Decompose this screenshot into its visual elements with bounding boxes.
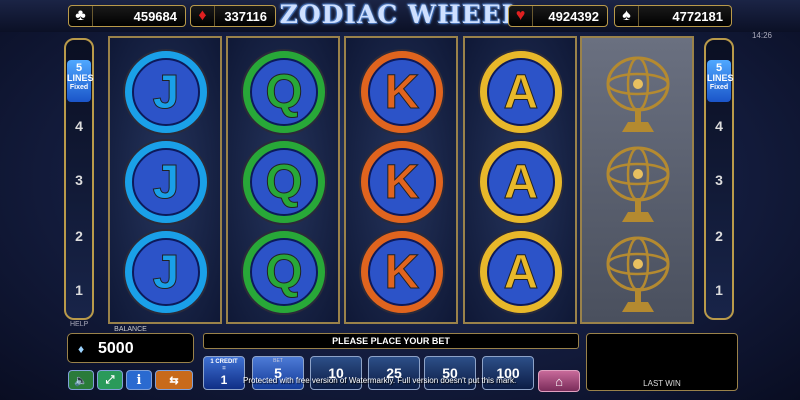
line-number: 4 — [715, 118, 723, 134]
card-q-symbol: Q — [241, 49, 327, 135]
clock: 14:26 — [751, 31, 772, 40]
svg-text:A: A — [504, 156, 539, 209]
jackpot-clubs: ♣ 459684 — [68, 5, 186, 27]
last-win-label: LAST WIN — [643, 379, 681, 388]
gamble-button[interactable]: ⇆ — [155, 370, 193, 390]
diamonds-icon: ♦ — [191, 6, 215, 26]
fullscreen-button[interactable]: ⤢ — [97, 370, 123, 390]
line-number: 3 — [75, 172, 83, 188]
spades-icon: ♠ — [615, 6, 639, 26]
lines-badge: 5 LINES Fixed — [67, 60, 94, 102]
jackpot-value: 459684 — [133, 8, 177, 24]
balance-label: BALANCE — [114, 326, 147, 333]
card-j-symbol: J — [123, 139, 209, 225]
svg-text:K: K — [385, 246, 420, 299]
card-j-symbol: J — [123, 49, 209, 135]
speaker-icon: 🔈 — [74, 374, 88, 387]
line-number: 2 — [715, 228, 723, 244]
last-win-panel: LAST WIN — [586, 333, 738, 391]
svg-text:Q: Q — [265, 66, 302, 119]
svg-text:J: J — [153, 156, 180, 209]
card-k-symbol: K — [359, 49, 445, 135]
info-button[interactable]: i — [126, 370, 152, 390]
jackpot-hearts: ♥ 4924392 — [508, 5, 608, 27]
armillary-sphere-symbol — [606, 236, 670, 312]
card-k-symbol: K — [359, 229, 445, 315]
svg-text:Q: Q — [265, 156, 302, 209]
reel-1: JJJ — [108, 36, 222, 324]
jackpot-value: 4924392 — [548, 8, 599, 24]
svg-text:Q: Q — [265, 246, 302, 299]
svg-text:J: J — [153, 246, 180, 299]
line-indicator-left: 5 LINES Fixed 4 3 2 1 — [64, 38, 94, 320]
card-j-symbol: J — [123, 229, 209, 315]
balance-panel: BALANCE ♦ 5000 — [67, 326, 194, 363]
line-indicator-right: 5 LINES Fixed 4 3 2 1 — [704, 38, 734, 320]
info-icon: i — [136, 372, 142, 388]
reel-2: QQQ — [226, 36, 340, 324]
status-message: PLEASE PLACE YOUR BET — [203, 333, 579, 349]
armillary-sphere-symbol — [606, 146, 670, 222]
line-number: 1 — [715, 282, 723, 298]
game-logo: ZODIAC WHEEL — [279, 0, 521, 29]
svg-text:J: J — [153, 66, 180, 119]
line-number: 4 — [75, 118, 83, 134]
svg-text:A: A — [504, 246, 539, 299]
svg-text:A: A — [504, 66, 539, 119]
clubs-icon: ♣ — [69, 6, 93, 26]
watermark-text: Protected with free version of Watermark… — [243, 376, 517, 385]
card-a-symbol: A — [478, 49, 564, 135]
reel-5 — [580, 36, 694, 324]
lines-badge: 5 LINES Fixed — [707, 60, 734, 102]
credit-value-button[interactable]: 1 CREDIT = 1 — [203, 356, 245, 390]
svg-text:K: K — [385, 66, 420, 119]
card-a-symbol: A — [478, 229, 564, 315]
jackpot-value: 4772181 — [672, 8, 723, 24]
hearts-icon: ♥ — [509, 6, 533, 26]
jackpot-spades: ♠ 4772181 — [614, 5, 732, 27]
line-number: 1 — [75, 282, 83, 298]
balance-value: 5000 — [98, 340, 134, 357]
reel-4: AAA — [463, 36, 577, 324]
sound-button[interactable]: 🔈 — [68, 370, 94, 390]
svg-text:K: K — [385, 156, 420, 209]
reel-3: KKK — [344, 36, 458, 324]
top-bar: ♣ 459684 ♦ 337116 ZODIAC WHEEL ♥ 4924392… — [0, 0, 800, 32]
card-q-symbol: Q — [241, 229, 327, 315]
card-k-symbol: K — [359, 139, 445, 225]
armillary-sphere-symbol — [606, 56, 670, 132]
fullscreen-icon: ⤢ — [105, 373, 115, 386]
card-a-symbol: A — [478, 139, 564, 225]
gamble-icon: ⇆ — [169, 374, 179, 387]
card-q-symbol: Q — [241, 139, 327, 225]
diamond-icon: ♦ — [78, 342, 85, 356]
line-number: 3 — [715, 172, 723, 188]
line-number: 2 — [75, 228, 83, 244]
